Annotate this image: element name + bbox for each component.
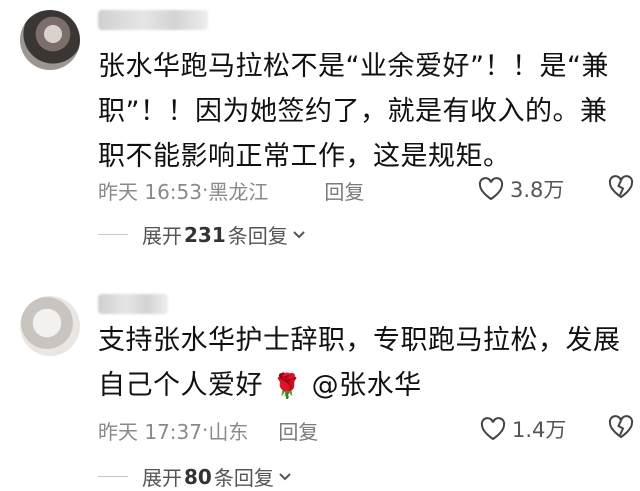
username-blurred[interactable] [98, 10, 208, 30]
dislike-button[interactable] [608, 415, 634, 443]
rose-emoji: 🌹 [272, 372, 303, 400]
comment-location: 黑龙江 [208, 179, 269, 204]
mention[interactable]: @张水华 [312, 370, 422, 401]
reply-count: 231 [184, 222, 226, 247]
dislike-button[interactable] [608, 175, 634, 203]
expand-prefix: 展开 [142, 224, 182, 248]
comment-meta: 昨天 16:53 · 黑龙江 回复 [98, 174, 364, 206]
broken-heart-icon [608, 175, 634, 199]
like-count: 3.8万 [510, 178, 565, 202]
reply-button[interactable]: 回复 [278, 416, 318, 445]
expand-suffix: 条回复 [213, 466, 274, 490]
username-blurred[interactable] [98, 294, 168, 314]
reply-count: 80 [184, 464, 212, 489]
heart-outline-icon [478, 177, 504, 201]
avatar[interactable] [20, 10, 80, 70]
broken-heart-icon [608, 415, 634, 439]
comment-text: 张水华跑马拉松不是“业余爱好”！！是“兼职”！！因为她签约了，就是有收入的。兼职… [98, 51, 609, 172]
like-button[interactable]: 1.4万 [480, 414, 566, 444]
reply-button[interactable]: 回复 [324, 176, 364, 205]
chevron-down-icon [279, 472, 291, 480]
expand-prefix: 展开 [142, 466, 182, 490]
comment-location: 山东 [208, 419, 249, 444]
comment-meta: 昨天 17:37 · 山东 回复 [98, 414, 318, 446]
like-count: 1.4万 [512, 418, 567, 442]
expand-replies[interactable]: 展开 231 条回复 [98, 220, 306, 249]
expand-suffix: 条回复 [227, 224, 288, 248]
expand-divider [98, 234, 128, 235]
like-button[interactable]: 3.8万 [478, 174, 564, 204]
heart-outline-icon [480, 417, 506, 441]
avatar[interactable] [20, 296, 80, 356]
comment-time: 昨天 16:53 [98, 179, 202, 204]
expand-replies[interactable]: 展开 80 条回复 [98, 462, 292, 491]
expand-divider [98, 476, 128, 477]
comment-time: 昨天 17:37 [98, 419, 202, 444]
comment-text: 支持张水华护士辞职，专职跑马拉松，发展自己个人爱好 🌹 @张水华 [98, 318, 628, 409]
chevron-down-icon [293, 230, 305, 238]
